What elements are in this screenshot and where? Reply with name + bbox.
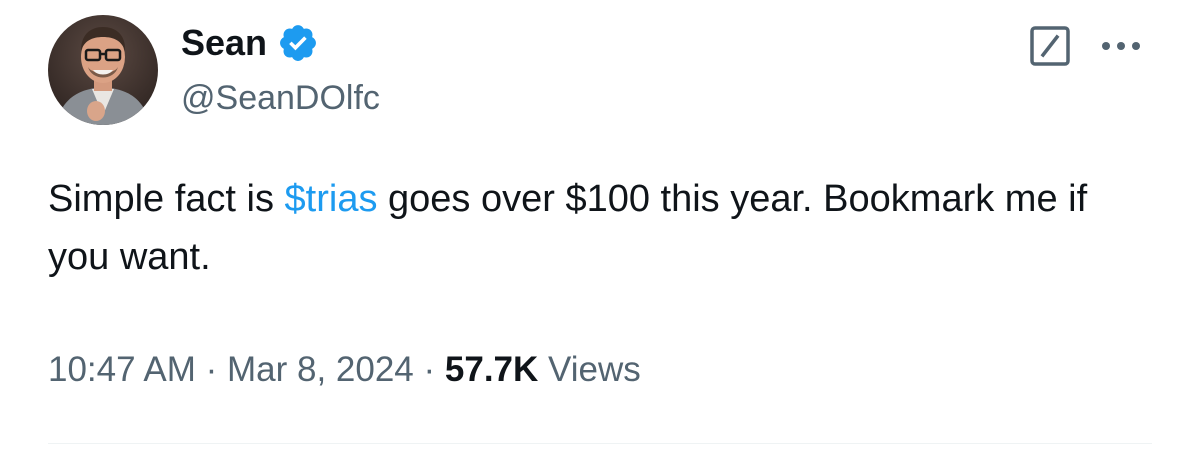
- tweet-metadata: 10:47 AM · Mar 8, 2024 · 57.7K Views: [48, 348, 641, 392]
- more-horizontal-icon[interactable]: [1098, 26, 1144, 66]
- cashtag-link[interactable]: $trias: [285, 178, 378, 220]
- tweet-time[interactable]: 10:47 AM: [48, 350, 196, 389]
- tweet-text-before: Simple fact is: [48, 178, 285, 220]
- grok-icon[interactable]: [1028, 24, 1072, 68]
- meta-separator: ·: [195, 350, 227, 389]
- avatar[interactable]: [48, 15, 158, 125]
- tweet-text: Simple fact is $trias goes over $100 thi…: [48, 170, 1158, 286]
- tweet-date[interactable]: Mar 8, 2024: [227, 350, 414, 389]
- views-count[interactable]: 57.7K: [445, 350, 538, 389]
- divider: [48, 443, 1152, 444]
- verified-badge-icon[interactable]: [277, 22, 319, 64]
- author-handle[interactable]: @SeanDOlfc: [181, 78, 380, 118]
- meta-separator: ·: [413, 350, 445, 389]
- author-display-name[interactable]: Sean: [181, 22, 267, 64]
- views-label: Views: [538, 350, 641, 389]
- author-name-row: Sean: [181, 22, 319, 64]
- profile-photo: [48, 15, 158, 125]
- tweet-card: Sean @SeanDOlfc Simple fact is $trias go…: [0, 0, 1200, 453]
